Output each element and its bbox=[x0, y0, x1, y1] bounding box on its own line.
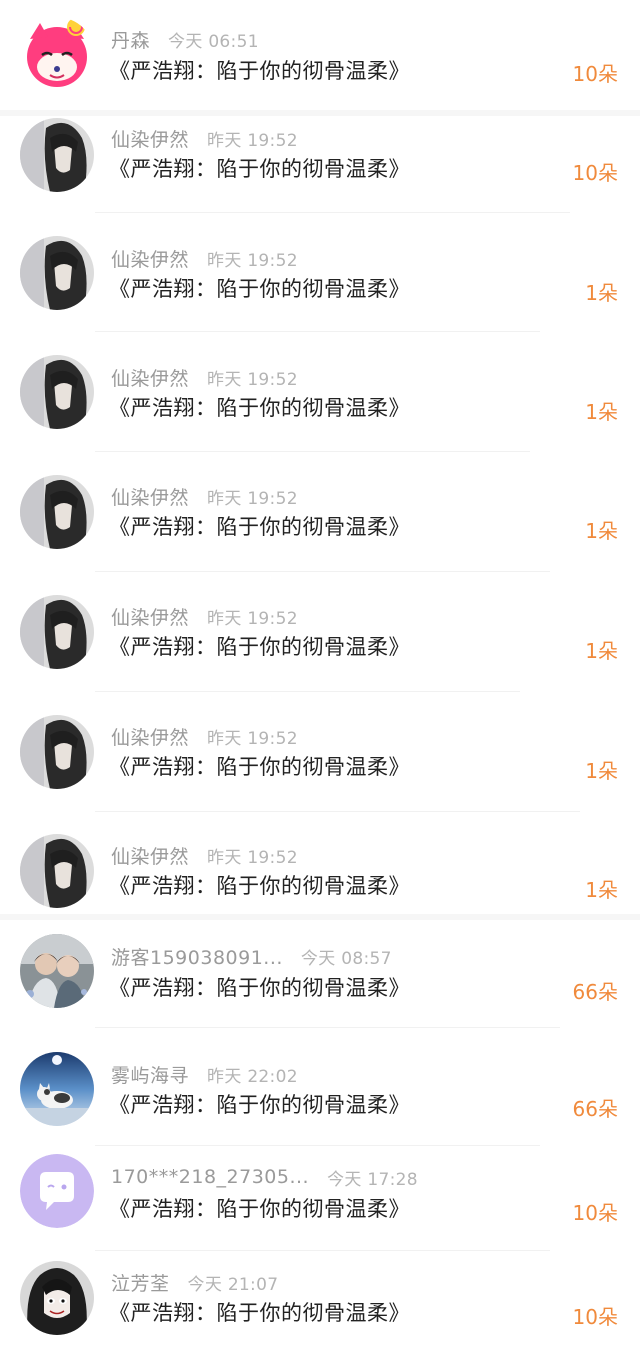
book-title: 《严浩翔：陷于你的彻骨温柔》 bbox=[109, 396, 410, 420]
flower-count: 10朵 bbox=[572, 161, 618, 185]
user-name: 雾屿海寻 bbox=[111, 1064, 190, 1087]
divider bbox=[95, 811, 580, 812]
user-name: 仙染伊然 bbox=[111, 606, 190, 629]
avatar[interactable] bbox=[20, 1052, 94, 1126]
anime-girl-icon bbox=[20, 1261, 94, 1335]
flower-count: 1朵 bbox=[585, 400, 618, 424]
list-item[interactable]: 丹森 今天 06:51 《严浩翔：陷于你的彻骨温柔》 10朵 bbox=[0, 0, 640, 110]
avatar[interactable] bbox=[20, 17, 94, 91]
flower-count: 1朵 bbox=[585, 281, 618, 305]
avatar[interactable] bbox=[20, 715, 94, 789]
book-title: 《严浩翔：陷于你的彻骨温柔》 bbox=[109, 59, 410, 83]
timestamp: 今天 06:51 bbox=[168, 31, 259, 52]
flower-count: 1朵 bbox=[585, 878, 618, 902]
avatar[interactable] bbox=[20, 355, 94, 429]
timestamp: 昨天 19:52 bbox=[207, 847, 298, 868]
avatar[interactable] bbox=[20, 834, 94, 908]
timestamp: 昨天 19:52 bbox=[207, 728, 298, 749]
timestamp: 今天 08:57 bbox=[300, 948, 392, 969]
book-title: 《严浩翔：陷于你的彻骨温柔》 bbox=[109, 277, 410, 301]
list-item[interactable]: 170***218_27305... 今天 17:28 《严浩翔：陷于你的彻骨温… bbox=[0, 1146, 640, 1250]
book-title: 《严浩翔：陷于你的彻骨温柔》 bbox=[109, 874, 410, 898]
list-item[interactable]: 仙染伊然 昨天 19:52 《严浩翔：陷于你的彻骨温柔》 1朵 bbox=[0, 574, 640, 692]
list-item[interactable]: 游客159038091... 今天 08:57 《严浩翔：陷于你的彻骨温柔》 6… bbox=[0, 920, 640, 1028]
book-title: 《严浩翔：陷于你的彻骨温柔》 bbox=[109, 1197, 410, 1221]
girl-photo-icon bbox=[20, 355, 94, 429]
girl-photo-icon bbox=[20, 236, 94, 310]
girl-photo-icon bbox=[20, 595, 94, 669]
list-item[interactable]: 仙染伊然 昨天 19:52 《严浩翔：陷于你的彻骨温柔》 1朵 bbox=[0, 814, 640, 914]
divider bbox=[95, 451, 530, 452]
user-name: 丹森 bbox=[111, 29, 151, 52]
user-name: 仙染伊然 bbox=[111, 248, 190, 271]
book-title: 《严浩翔：陷于你的彻骨温柔》 bbox=[109, 635, 410, 659]
gift-record-list: 丹森 今天 06:51 《严浩翔：陷于你的彻骨温柔》 10朵 仙染伊然 昨天 1… bbox=[0, 0, 640, 1359]
user-name: 170***218_27305... bbox=[111, 1166, 310, 1188]
cat-photo-icon bbox=[20, 1052, 94, 1126]
flower-count: 1朵 bbox=[585, 519, 618, 543]
flower-count: 10朵 bbox=[572, 1201, 618, 1225]
list-item[interactable]: 雾屿海寻 昨天 22:02 《严浩翔：陷于你的彻骨温柔》 66朵 bbox=[0, 1028, 640, 1146]
timestamp: 今天 21:07 bbox=[187, 1274, 279, 1295]
purple-chat-bubble-icon bbox=[20, 1154, 94, 1228]
divider bbox=[95, 331, 540, 332]
flower-count: 1朵 bbox=[585, 759, 618, 783]
user-name: 仙染伊然 bbox=[111, 367, 190, 390]
list-item[interactable]: 仙染伊然 昨天 19:52 《严浩翔：陷于你的彻骨温柔》 1朵 bbox=[0, 334, 640, 452]
timestamp: 昨天 19:52 bbox=[207, 488, 298, 509]
list-item[interactable]: 仙染伊然 昨天 19:52 《严浩翔：陷于你的彻骨温柔》 1朵 bbox=[0, 694, 640, 812]
girl-photo-icon bbox=[20, 715, 94, 789]
cartoon-fox-icon bbox=[20, 17, 94, 91]
timestamp: 今天 17:28 bbox=[327, 1169, 418, 1190]
avatar[interactable] bbox=[20, 475, 94, 549]
avatar[interactable] bbox=[20, 118, 94, 192]
list-item[interactable]: 仙染伊然 昨天 19:52 《严浩翔：陷于你的彻骨温柔》 1朵 bbox=[0, 454, 640, 572]
divider bbox=[95, 212, 570, 213]
girl-photo-icon bbox=[20, 475, 94, 549]
timestamp: 昨天 22:02 bbox=[207, 1066, 298, 1087]
flower-count: 1朵 bbox=[585, 639, 618, 663]
flower-count: 66朵 bbox=[572, 980, 618, 1004]
timestamp: 昨天 19:52 bbox=[207, 130, 298, 151]
user-name: 仙染伊然 bbox=[111, 726, 190, 749]
two-boys-photo-icon bbox=[20, 934, 94, 1008]
avatar[interactable] bbox=[20, 595, 94, 669]
user-name: 仙染伊然 bbox=[111, 128, 190, 151]
list-item[interactable]: 仙染伊然 昨天 19:52 《严浩翔：陷于你的彻骨温柔》 1朵 bbox=[0, 214, 640, 332]
book-title: 《严浩翔：陷于你的彻骨温柔》 bbox=[109, 976, 410, 1000]
user-name: 游客159038091... bbox=[111, 946, 283, 969]
girl-photo-icon bbox=[20, 118, 94, 192]
user-name: 仙染伊然 bbox=[111, 845, 190, 868]
book-title: 《严浩翔：陷于你的彻骨温柔》 bbox=[109, 755, 410, 779]
timestamp: 昨天 19:52 bbox=[207, 608, 298, 629]
divider bbox=[95, 691, 520, 692]
avatar[interactable] bbox=[20, 236, 94, 310]
divider bbox=[95, 571, 550, 572]
timestamp: 昨天 19:52 bbox=[207, 250, 298, 271]
girl-photo-icon bbox=[20, 834, 94, 908]
book-title: 《严浩翔：陷于你的彻骨温柔》 bbox=[109, 1301, 410, 1325]
list-item[interactable]: 泣芳荃 今天 21:07 《严浩翔：陷于你的彻骨温柔》 10朵 bbox=[0, 1251, 640, 1359]
avatar[interactable] bbox=[20, 1261, 94, 1335]
timestamp: 昨天 19:52 bbox=[207, 369, 298, 390]
avatar[interactable] bbox=[20, 1154, 94, 1228]
book-title: 《严浩翔：陷于你的彻骨温柔》 bbox=[109, 515, 410, 539]
user-name: 泣芳荃 bbox=[111, 1272, 170, 1295]
flower-count: 10朵 bbox=[572, 62, 618, 86]
flower-count: 66朵 bbox=[572, 1097, 618, 1121]
flower-count: 10朵 bbox=[572, 1305, 618, 1329]
book-title: 《严浩翔：陷于你的彻骨温柔》 bbox=[109, 1093, 410, 1117]
user-name: 仙染伊然 bbox=[111, 486, 190, 509]
list-item[interactable]: 仙染伊然 昨天 19:52 《严浩翔：陷于你的彻骨温柔》 10朵 bbox=[0, 116, 640, 214]
book-title: 《严浩翔：陷于你的彻骨温柔》 bbox=[109, 157, 410, 181]
avatar[interactable] bbox=[20, 934, 94, 1008]
